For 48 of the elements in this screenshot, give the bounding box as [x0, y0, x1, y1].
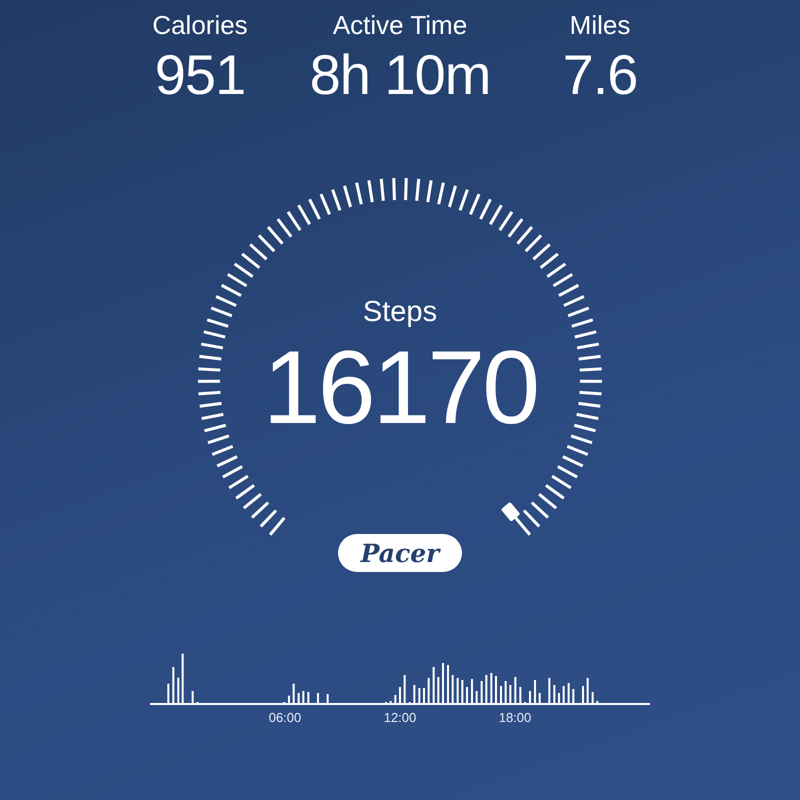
activity-bar: [452, 675, 454, 703]
stat-value: 8h 10m: [310, 42, 490, 108]
activity-bar: [326, 694, 329, 703]
activity-bar: [307, 692, 310, 703]
time-axis-label: 18:00: [498, 710, 532, 725]
stat-label: Calories: [152, 9, 248, 42]
activity-bar: [553, 685, 556, 703]
activity-bar: [562, 686, 565, 703]
activity-bar: [182, 654, 184, 703]
activity-bar: [404, 675, 406, 703]
activity-bar: [572, 689, 574, 703]
stat-label: Active Time: [332, 9, 468, 42]
activity-bar: [177, 678, 180, 703]
time-axis-label: 12:00: [384, 710, 416, 725]
activity-bar: [432, 667, 435, 703]
activity-bar: [418, 688, 420, 703]
time-axis-label: 06:00: [268, 710, 302, 725]
activity-bar: [480, 681, 483, 703]
activity-bar: [413, 685, 416, 703]
steps-label: Steps: [362, 295, 438, 329]
stat-label: Miles: [570, 9, 630, 42]
activity-bar: [302, 691, 304, 703]
activity-bar: [172, 667, 174, 703]
activity-bar: [461, 680, 464, 703]
activity-bar: [476, 691, 478, 703]
activity-bar: [428, 678, 430, 703]
activity-bar: [519, 687, 522, 703]
activity-bar: [538, 693, 541, 703]
activity-bar: [292, 684, 295, 703]
activity-bar: [167, 684, 170, 703]
activity-bar: [298, 693, 300, 703]
activity-bar: [394, 695, 396, 703]
activity-bar: [504, 681, 507, 703]
activity-bar: [485, 675, 488, 703]
pacer-logo: Pacer: [338, 534, 462, 572]
stat-value: 7.6: [562, 42, 638, 108]
activity-bar: [568, 683, 570, 703]
activity-bar: [592, 692, 594, 703]
activity-bar: [490, 673, 492, 703]
activity-bar: [509, 685, 512, 703]
activity-bar: [437, 677, 440, 703]
activity-bar: [586, 678, 589, 703]
stat-value: 951: [154, 42, 246, 108]
activity-bar: [192, 691, 194, 703]
steps-count: 16170: [262, 336, 538, 440]
activity-bar: [548, 678, 550, 703]
activity-bar: [514, 677, 516, 703]
activity-bar: [456, 678, 459, 703]
